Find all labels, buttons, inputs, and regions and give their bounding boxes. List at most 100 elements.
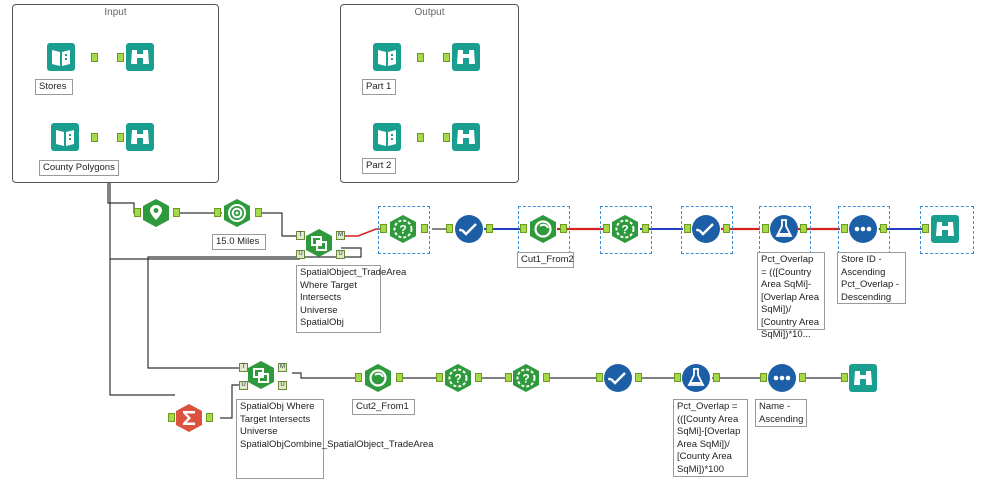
annotation-part1: Part 1 [362,79,396,95]
input-anchor[interactable] [443,133,450,142]
formula-tool-2[interactable] [681,363,711,393]
trade-area-tool[interactable] [222,198,252,228]
sort-icon [849,215,877,243]
input-data-tool-part1[interactable] [372,42,402,72]
browse-tool-final-1[interactable] [930,214,960,244]
input-anchor[interactable] [841,224,848,233]
browse-tool-part1[interactable] [451,42,481,72]
sort-tool-1[interactable] [848,214,878,244]
spatial-process-tool-1[interactable] [528,214,558,244]
match-anchor[interactable]: M [278,363,287,372]
input-anchor[interactable] [760,373,767,382]
filter-tool-3[interactable]: ? [443,363,473,393]
output-anchor[interactable] [486,224,493,233]
trade-area-icon [224,199,250,227]
output-anchor[interactable] [543,373,550,382]
filter-icon: ? [445,364,471,392]
output-anchor[interactable] [800,224,807,233]
filter-icon: ? [513,364,539,392]
input-data-icon [51,123,79,151]
output-anchor[interactable] [713,373,720,382]
input-anchor[interactable] [520,224,527,233]
spatial-match-tool-2[interactable] [246,360,276,390]
spatial-process-tool-2[interactable] [363,363,393,393]
annotation-part2: Part 2 [362,158,396,174]
select-tool-3[interactable] [603,363,633,393]
annotation-county-polygons: County Polygons [39,160,119,176]
annotation-spatial-match-2: SpatialObj Where Target Intersects Unive… [236,399,433,479]
input-anchor[interactable] [684,224,691,233]
unmatched-anchor[interactable]: U [336,250,345,259]
browse-tool-part2[interactable] [451,122,481,152]
output-anchor[interactable] [173,208,180,217]
select-tool-2[interactable] [691,214,721,244]
annotation-formula-1: Pct_Overlap = (([Country Area SqMi]-[Ove… [757,252,825,340]
output-anchor[interactable] [396,373,403,382]
spatial-match-icon [306,229,332,257]
select-tool-1[interactable] [454,214,484,244]
spatial-process-icon [530,215,556,243]
formula-tool-1[interactable] [769,214,799,244]
output-anchor[interactable] [635,373,642,382]
input-anchor[interactable] [117,53,124,62]
output-anchor[interactable] [723,224,730,233]
sort-tool-2[interactable] [767,363,797,393]
input-anchor[interactable] [436,373,443,382]
output-anchor[interactable] [475,373,482,382]
output-anchor[interactable] [421,224,428,233]
filter-icon: ? [612,215,638,243]
input-anchor[interactable] [117,133,124,142]
input-anchor[interactable] [214,208,221,217]
svg-text:?: ? [621,223,628,237]
browse-icon [452,43,480,71]
spatial-match-icon [248,361,274,389]
input-anchor[interactable] [922,224,929,233]
output-anchor[interactable] [799,373,806,382]
input-anchor[interactable] [674,373,681,382]
input-data-tool-part2[interactable] [372,122,402,152]
input-anchor[interactable] [355,373,362,382]
output-anchor[interactable] [417,53,424,62]
filter-tool-2[interactable]: ? [610,214,640,244]
input-anchor[interactable] [841,373,848,382]
match-anchor[interactable]: M [336,231,345,240]
annotation-sort-2: Name - Ascending [755,399,807,427]
browse-tool-final-2[interactable] [848,363,878,393]
input-data-icon [47,43,75,71]
browse-icon [452,123,480,151]
output-container-title: Output [414,7,445,18]
input-anchor[interactable] [446,224,453,233]
input-data-icon [373,123,401,151]
output-anchor[interactable] [642,224,649,233]
output-anchor[interactable] [417,133,424,142]
unmatched-anchor[interactable]: U [278,381,287,390]
input-anchor[interactable] [762,224,769,233]
filter-tool-4[interactable]: ? [511,363,541,393]
input-anchor[interactable] [596,373,603,382]
annotation-cut1: Cut1_From2 [517,252,574,268]
output-anchor[interactable] [91,53,98,62]
output-anchor[interactable] [255,208,262,217]
summarize-tool[interactable] [174,403,204,433]
output-anchor[interactable] [880,224,887,233]
input-anchor[interactable] [603,224,610,233]
annotation-formula-2: Pct_Overlap = (([County Area SqMi]-[Over… [673,399,748,477]
input-container-title: Input [104,7,127,18]
create-points-tool[interactable] [141,198,171,228]
input-data-tool-county-polygons[interactable] [50,122,80,152]
output-anchor[interactable] [560,224,567,233]
browse-tool-stores[interactable] [125,42,155,72]
annotation-trade-area: 15.0 Miles [212,234,266,250]
input-anchor[interactable] [443,53,450,62]
input-anchor[interactable] [380,224,387,233]
input-data-icon [373,43,401,71]
output-anchor[interactable] [91,133,98,142]
spatial-match-tool-1[interactable] [304,228,334,258]
filter-tool-1[interactable]: ? [388,214,418,244]
browse-tool-county-polygons[interactable] [125,122,155,152]
output-anchor[interactable] [206,413,213,422]
input-data-tool-stores[interactable] [46,42,76,72]
browse-icon [126,43,154,71]
browse-icon [126,123,154,151]
input-anchor[interactable] [134,208,141,217]
